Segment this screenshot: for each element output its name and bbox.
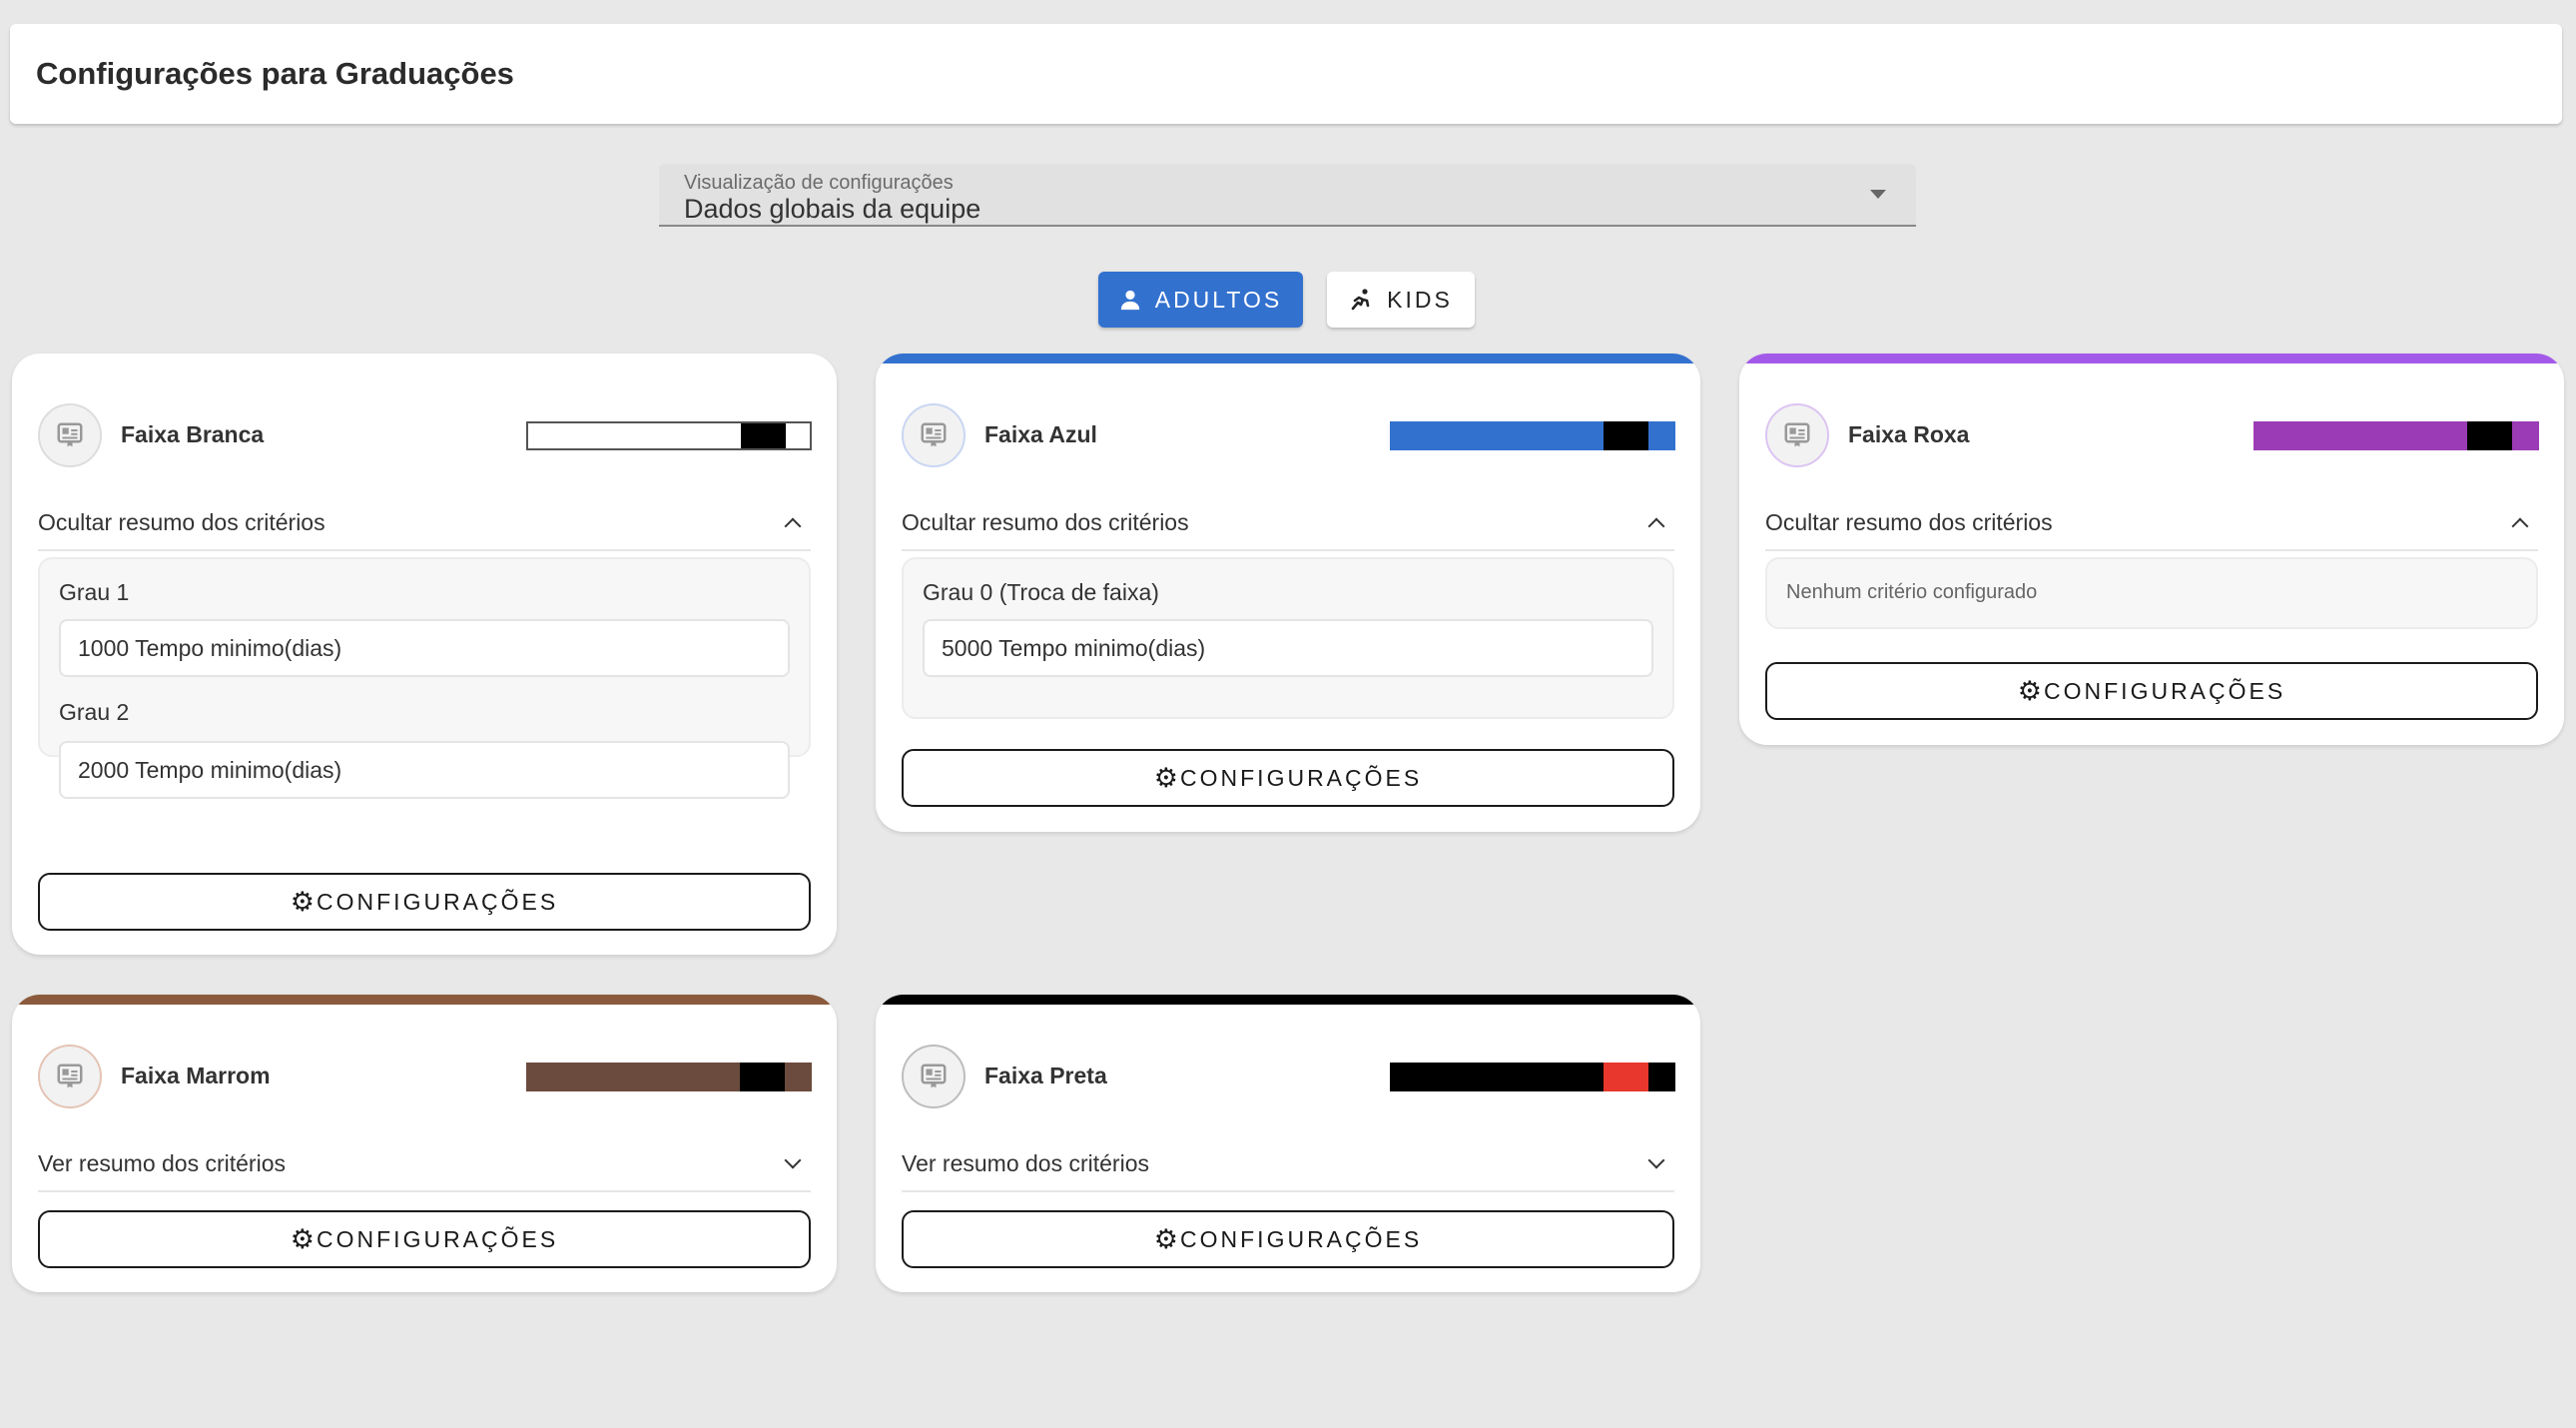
gear-icon: ⚙ bbox=[290, 1223, 316, 1254]
configurations-label: CONFIGURAÇÕES bbox=[317, 888, 559, 915]
adults-toggle-button[interactable]: ADULTOS bbox=[1098, 272, 1303, 328]
chevron-up-icon bbox=[784, 517, 802, 535]
configurations-button[interactable]: ⚙ CONFIGURAÇÕES bbox=[902, 1210, 1674, 1268]
belt-name: Faixa Azul bbox=[984, 421, 1097, 447]
criteria-toggle[interactable]: Ver resumo dos critérios bbox=[902, 1136, 1674, 1192]
certificate-icon bbox=[921, 422, 947, 447]
belt-avatar bbox=[1765, 403, 1829, 467]
belt-card-azul: Faixa Azul Ocultar resumo dos critérios … bbox=[876, 354, 1700, 832]
kids-toggle-button[interactable]: KIDS bbox=[1327, 272, 1475, 328]
criteria-summary: Grau 1 1000 Tempo minimo(dias) Grau 2 20… bbox=[38, 557, 811, 799]
belt-color-bar bbox=[526, 421, 812, 450]
adults-toggle-label: ADULTOS bbox=[1154, 286, 1283, 313]
gear-icon: ⚙ bbox=[290, 886, 316, 917]
criteria-label: Grau 2 bbox=[59, 699, 130, 725]
dropdown-arrow-icon[interactable] bbox=[1870, 190, 1886, 199]
certificate-icon bbox=[1784, 422, 1810, 447]
belt-color-bar bbox=[526, 1063, 812, 1091]
criteria-toggle-label: Ocultar resumo dos critérios bbox=[1765, 508, 2053, 535]
chevron-up-icon bbox=[1647, 517, 1665, 535]
configurations-button[interactable]: ⚙ CONFIGURAÇÕES bbox=[1765, 662, 2538, 720]
chevron-down-icon bbox=[1647, 1151, 1665, 1169]
view-select-label: Visualização de configurações bbox=[684, 172, 954, 194]
belt-name: Faixa Preta bbox=[984, 1063, 1107, 1088]
card-accent-band bbox=[876, 354, 1700, 363]
configurations-label: CONFIGURAÇÕES bbox=[1180, 764, 1423, 791]
belt-avatar bbox=[902, 1045, 966, 1108]
gear-icon: ⚙ bbox=[2017, 675, 2043, 706]
belt-card-marrom: Faixa Marrom Ver resumo dos critérios ⚙ C… bbox=[12, 995, 837, 1292]
belt-avatar bbox=[38, 403, 102, 467]
criteria-value-field: 1000 Tempo minimo(dias) bbox=[59, 619, 790, 677]
criteria-toggle-label: Ver resumo dos critérios bbox=[902, 1149, 1149, 1176]
criteria-toggle[interactable]: Ocultar resumo dos critérios bbox=[1765, 495, 2538, 551]
chevron-up-icon bbox=[2511, 517, 2529, 535]
criteria-summary: Grau 0 (Troca de faixa) 5000 Tempo minim… bbox=[902, 557, 1674, 719]
empty-criteria-text: Nenhum critério configurado bbox=[1786, 581, 2038, 603]
gear-icon: ⚙ bbox=[1153, 1223, 1179, 1254]
criteria-label: Grau 1 bbox=[59, 579, 130, 605]
criteria-toggle-label: Ver resumo dos critérios bbox=[38, 1149, 286, 1176]
configurations-label: CONFIGURAÇÕES bbox=[317, 1225, 559, 1252]
criteria-summary: Nenhum critério configurado bbox=[1765, 557, 2538, 629]
gear-icon: ⚙ bbox=[1153, 762, 1179, 793]
belt-name: Faixa Branca bbox=[121, 421, 265, 447]
child-icon bbox=[1351, 289, 1370, 311]
view-select[interactable]: Visualização de configurações Dados glob… bbox=[659, 164, 1916, 227]
criteria-toggle[interactable]: Ocultar resumo dos critérios bbox=[38, 495, 811, 551]
belt-name: Faixa Roxa bbox=[1848, 421, 1970, 447]
criteria-toggle[interactable]: Ocultar resumo dos critérios bbox=[902, 495, 1674, 551]
configurations-button[interactable]: ⚙ CONFIGURAÇÕES bbox=[38, 873, 811, 931]
criteria-toggle-label: Ocultar resumo dos critérios bbox=[902, 508, 1189, 535]
certificate-icon bbox=[57, 422, 83, 447]
configurations-label: CONFIGURAÇÕES bbox=[2044, 677, 2286, 704]
criteria-toggle[interactable]: Ver resumo dos critérios bbox=[38, 1136, 811, 1192]
page-title: Configurações para Graduações bbox=[36, 56, 514, 91]
belt-card-preta: Faixa Preta Ver resumo dos critérios ⚙ CO… bbox=[876, 995, 1700, 1292]
belt-color-bar bbox=[1390, 421, 1675, 450]
criteria-toggle-label: Ocultar resumo dos critérios bbox=[38, 508, 325, 535]
belt-avatar bbox=[38, 1045, 102, 1108]
criteria-value-field: 5000 Tempo minimo(dias) bbox=[923, 619, 1653, 677]
card-accent-band bbox=[1739, 354, 2564, 363]
belt-card-roxa: Faixa Roxa Ocultar resumo dos critérios … bbox=[1739, 354, 2564, 745]
chevron-down-icon bbox=[784, 1151, 802, 1169]
criteria-label: Grau 0 (Troca de faixa) bbox=[923, 579, 1159, 605]
configurations-button[interactable]: ⚙ CONFIGURAÇÕES bbox=[902, 749, 1674, 807]
card-accent-band bbox=[12, 995, 837, 1005]
belt-name: Faixa Marrom bbox=[121, 1063, 271, 1088]
card-accent-band bbox=[876, 995, 1700, 1005]
person-icon bbox=[1120, 290, 1139, 311]
certificate-icon bbox=[921, 1064, 947, 1088]
belt-avatar bbox=[902, 403, 966, 467]
configurations-button[interactable]: ⚙ CONFIGURAÇÕES bbox=[38, 1210, 811, 1268]
belt-color-bar bbox=[1390, 1063, 1675, 1091]
belt-card-branca: Faixa Branca Ocultar resumo dos critério… bbox=[12, 354, 837, 955]
belt-color-bar bbox=[2254, 421, 2539, 450]
certificate-icon bbox=[57, 1064, 83, 1088]
criteria-value-field: 2000 Tempo minimo(dias) bbox=[59, 741, 790, 799]
kids-toggle-label: KIDS bbox=[1387, 286, 1453, 313]
configurations-label: CONFIGURAÇÕES bbox=[1180, 1225, 1423, 1252]
page-header: Configurações para Graduações bbox=[10, 24, 2562, 124]
view-select-value: Dados globais da equipe bbox=[684, 194, 981, 224]
